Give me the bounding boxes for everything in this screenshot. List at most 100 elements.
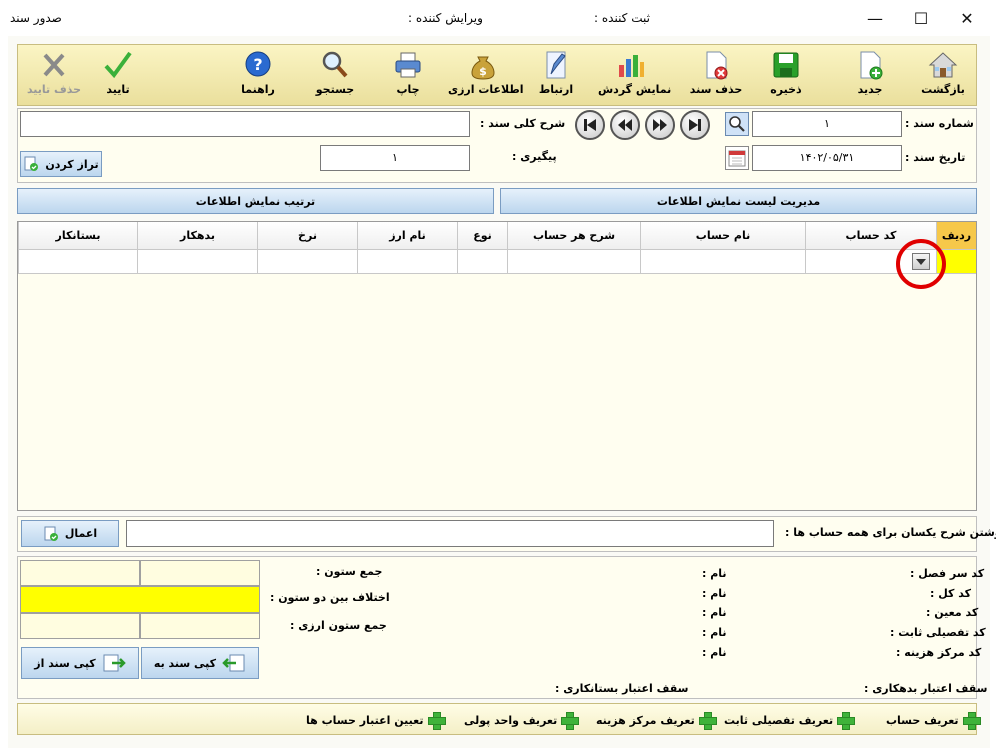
set-account-credit-link[interactable]: تعیین اعتبار حساب ها: [306, 712, 446, 730]
new-document-icon: [860, 51, 883, 80]
doc-date-input[interactable]: ۱۴۰۲/۰۵/۳۱: [752, 145, 902, 171]
calendar-button[interactable]: [725, 146, 749, 170]
column-header-account-name[interactable]: نام حساب: [640, 222, 805, 250]
confirm-button[interactable]: تایید: [94, 45, 142, 105]
skip-start-icon: [584, 119, 596, 131]
search-button[interactable]: جستجو: [310, 45, 360, 105]
cell-currency-name[interactable]: [357, 250, 457, 274]
define-account-link[interactable]: تعریف حساب: [886, 712, 981, 730]
currency-info-button[interactable]: $ اطلاعات ارزی: [448, 45, 524, 105]
document-check-icon: [24, 156, 39, 171]
general-desc-input[interactable]: [20, 111, 470, 137]
previous-record-button[interactable]: [610, 110, 640, 140]
subsidiary-code-label: کد معین :: [926, 606, 979, 619]
save-button[interactable]: ذخیره: [758, 45, 814, 105]
debit-limit-label: سقف اعتبار بدهکاری :: [864, 682, 988, 695]
home-icon: [928, 52, 958, 78]
print-button[interactable]: چاپ: [384, 45, 432, 105]
define-currency-link[interactable]: تعریف واحد پولی: [464, 712, 580, 730]
currency-sum-credit-cell: [20, 613, 140, 639]
maximize-button[interactable]: ☐: [898, 0, 944, 36]
new-button[interactable]: جدید: [842, 45, 898, 105]
cell-rate[interactable]: [257, 250, 357, 274]
svg-text:$: $: [479, 65, 487, 78]
editor-label: ویرایش کننده :: [408, 11, 483, 25]
cell-credit[interactable]: [18, 250, 137, 274]
column-header-rate[interactable]: نرخ: [257, 222, 357, 250]
define-fixed-detail-link[interactable]: تعریف تفصیلی ثابت: [724, 712, 856, 730]
cell-type[interactable]: [457, 250, 507, 274]
doc-search-button[interactable]: [725, 112, 749, 136]
plus-icon: [698, 712, 717, 730]
copy-to-button[interactable]: کپی سند به: [141, 647, 259, 679]
close-button[interactable]: ✕: [944, 0, 990, 36]
svg-text:?: ?: [253, 55, 262, 74]
fixed-detail-code-name: نام :: [702, 626, 727, 639]
column-header-currency-name[interactable]: نام ارز: [357, 222, 457, 250]
last-record-button[interactable]: [680, 110, 710, 140]
define-cost-center-link[interactable]: تعریف مرکز هزینه: [596, 712, 717, 730]
followup-input[interactable]: ۱: [320, 145, 470, 171]
currency-sum-debit-cell: [140, 613, 260, 639]
column-header-description[interactable]: شرح هر حساب: [507, 222, 640, 250]
x-icon: [43, 53, 65, 77]
doc-number-input[interactable]: ۱: [752, 111, 902, 137]
column-header-type[interactable]: نوع: [457, 222, 507, 250]
arrow-right-document-icon: [103, 654, 126, 672]
general-code-name: نام :: [702, 587, 727, 600]
bulk-description-input[interactable]: [126, 520, 774, 547]
back-button[interactable]: بازگشت: [912, 45, 974, 105]
difference-label: اختلاف بین دو ستون :: [270, 591, 390, 604]
entries-grid: ردیف کد حساب نام حساب شرح هر حساب نوع نا…: [17, 221, 977, 511]
cell-debit[interactable]: [137, 250, 257, 274]
cell-description[interactable]: [507, 250, 640, 274]
cost-center-code-name: نام :: [702, 646, 727, 659]
tab-manage-list[interactable]: مدیریت لیست نمایش اطلاعات: [500, 188, 977, 214]
delete-document-icon: [706, 51, 728, 80]
delete-confirm-button[interactable]: حذف تایید: [22, 45, 86, 105]
column-header-credit[interactable]: بستانکار: [18, 222, 137, 250]
pencil-document-icon: [546, 51, 566, 79]
minimize-button[interactable]: —: [852, 0, 898, 36]
calendar-icon: [728, 150, 746, 167]
cell-account-name[interactable]: [640, 250, 805, 274]
search-icon: [729, 116, 745, 132]
plus-icon: [561, 712, 580, 730]
help-icon: ?: [245, 51, 271, 77]
currency-sum-label: جمع ستون ارزی :: [290, 619, 387, 632]
copy-from-button[interactable]: کپی سند از: [21, 647, 139, 679]
window-title: صدور سند: [10, 11, 62, 25]
link-button[interactable]: ارتباط: [532, 45, 580, 105]
plus-icon: [837, 712, 856, 730]
followup-label: پیگیری :: [512, 150, 557, 163]
delete-document-button[interactable]: حذف سند: [686, 45, 746, 105]
column-header-row[interactable]: ردیف: [936, 222, 976, 250]
fixed-detail-code-label: کد تفصیلی ثابت :: [890, 626, 986, 639]
fast-forward-icon: [653, 119, 667, 131]
apply-button[interactable]: اعمال: [21, 520, 119, 547]
subsidiary-code-name: نام :: [702, 606, 727, 619]
doc-number-label: شماره سند :: [905, 117, 974, 130]
sum-credit-cell: [20, 560, 140, 586]
show-turnover-button[interactable]: نمایش گردش: [598, 45, 671, 105]
general-desc-label: شرح کلی سند :: [480, 117, 566, 130]
next-record-button[interactable]: [645, 110, 675, 140]
registrar-label: ثبت کننده :: [594, 11, 650, 25]
column-header-debit[interactable]: بدهکار: [137, 222, 257, 250]
help-button[interactable]: ? راهنما: [234, 45, 282, 105]
chart-icon: [619, 55, 644, 77]
plus-icon: [962, 712, 981, 730]
bulk-description-label: نوشتن شرح یکسان برای همه حساب ها :: [785, 526, 996, 539]
cost-center-code-label: کد مرکز هزینه :: [896, 646, 982, 659]
title-bar: صدور سند ویرایش کننده : ثبت کننده : — ☐ …: [0, 0, 996, 36]
highlight-circle-annotation: [896, 239, 946, 289]
document-check-icon: [44, 526, 58, 541]
balance-button[interactable]: تراز کردن: [20, 151, 102, 177]
money-bag-icon: $: [471, 56, 495, 80]
tab-arrange-display[interactable]: ترتیب نمایش اطلاعات: [17, 188, 494, 214]
search-icon: [322, 51, 348, 78]
general-code-label: کد کل :: [930, 587, 972, 600]
difference-cell: [20, 586, 260, 613]
arrow-left-document-icon: [222, 654, 245, 672]
first-record-button[interactable]: [575, 110, 605, 140]
